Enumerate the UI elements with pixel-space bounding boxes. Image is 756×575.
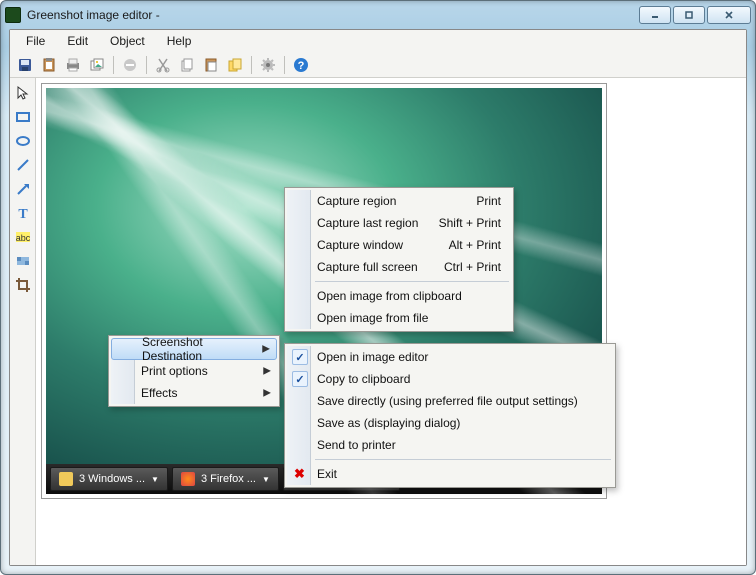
rect-tool-icon[interactable]	[12, 106, 34, 128]
check-icon: ✓	[292, 349, 308, 365]
close-button[interactable]	[707, 6, 751, 24]
ctx-item-open-file[interactable]: Open image from file	[287, 307, 511, 329]
duplicate-icon[interactable]	[224, 54, 246, 76]
line-tool-icon[interactable]	[12, 154, 34, 176]
crop-tool-icon[interactable]	[12, 274, 34, 296]
context-menu-destination-sub: ✓ Open in image editor ✓ Copy to clipboa…	[284, 343, 616, 488]
taskbar-label: 3 Firefox ...	[201, 473, 256, 485]
left-toolbox: T abc	[10, 78, 36, 565]
separator	[146, 56, 147, 74]
chevron-right-icon: ▶	[263, 366, 271, 377]
taskbar-item-firefox: 3 Firefox ... ▼	[172, 467, 279, 491]
window-title: Greenshot image editor -	[27, 8, 160, 22]
svg-text:T: T	[18, 207, 28, 221]
separator	[284, 56, 285, 74]
menu-edit[interactable]: Edit	[57, 31, 98, 51]
taskbar-item-windows: 3 Windows ... ▼	[50, 467, 168, 491]
ctx-item-print-options[interactable]: Print options ▶	[111, 360, 277, 382]
clipboard-icon[interactable]	[38, 54, 60, 76]
ctx-item-effects[interactable]: Effects ▶	[111, 382, 277, 404]
save-icon[interactable]	[14, 54, 36, 76]
highlight-tool-icon[interactable]: abc	[12, 226, 34, 248]
context-menu-destination: Screenshot Destination ▶ Print options ▶…	[108, 335, 280, 407]
chevron-right-icon: ▶	[262, 344, 270, 355]
cut-icon[interactable]	[152, 54, 174, 76]
separator	[315, 281, 509, 282]
ctx-item-capture-last-region[interactable]: Capture last region Shift + Print	[287, 212, 511, 234]
menubar: File Edit Object Help	[10, 30, 746, 52]
ctx-item-screenshot-destination[interactable]: Screenshot Destination ▶	[111, 338, 277, 360]
menu-object[interactable]: Object	[100, 31, 155, 51]
ctx-item-open-clipboard[interactable]: Open image from clipboard	[287, 285, 511, 307]
ctx-item-capture-full-screen[interactable]: Capture full screen Ctrl + Print	[287, 256, 511, 278]
separator	[251, 56, 252, 74]
close-icon: ✖	[294, 466, 305, 482]
delete-icon[interactable]	[119, 54, 141, 76]
ctx-item-save-directly[interactable]: Save directly (using preferred file outp…	[287, 390, 613, 412]
svg-text:abc: abc	[15, 233, 30, 243]
arrow-tool-icon[interactable]	[12, 178, 34, 200]
ctx-item-save-as[interactable]: Save as (displaying dialog)	[287, 412, 613, 434]
menu-help[interactable]: Help	[157, 31, 202, 51]
taskbar-label: 3 Windows ...	[79, 473, 145, 485]
copy-image-icon[interactable]	[86, 54, 108, 76]
minimize-button[interactable]	[639, 6, 671, 24]
menu-file[interactable]: File	[16, 31, 55, 51]
paste-icon[interactable]	[200, 54, 222, 76]
settings-icon[interactable]	[257, 54, 279, 76]
text-tool-icon[interactable]: T	[12, 202, 34, 224]
copy-icon[interactable]	[176, 54, 198, 76]
chevron-right-icon: ▶	[263, 388, 271, 399]
ctx-item-exit[interactable]: ✖ Exit	[287, 463, 613, 485]
ctx-item-send-printer[interactable]: Send to printer	[287, 434, 613, 456]
pointer-tool-icon[interactable]	[12, 82, 34, 104]
maximize-button[interactable]	[673, 6, 705, 24]
toolbar: ?	[10, 52, 746, 78]
canvas-area[interactable]: 3 Windows ... ▼ 3 Firefox ... ▼ 20120330…	[36, 78, 746, 565]
window-frame: Greenshot image editor - File Edit Objec…	[0, 0, 756, 575]
ctx-item-capture-region[interactable]: Capture region Print	[287, 190, 511, 212]
app-icon	[5, 7, 21, 23]
svg-text:?: ?	[298, 60, 305, 72]
ellipse-tool-icon[interactable]	[12, 130, 34, 152]
separator	[315, 459, 611, 460]
context-menu-capture: Capture region Print Capture last region…	[284, 187, 514, 332]
print-icon[interactable]	[62, 54, 84, 76]
ctx-item-capture-window[interactable]: Capture window Alt + Print	[287, 234, 511, 256]
obfuscate-tool-icon[interactable]	[12, 250, 34, 272]
check-icon: ✓	[292, 371, 308, 387]
client-area: File Edit Object Help ?	[9, 29, 747, 566]
help-icon[interactable]: ?	[290, 54, 312, 76]
separator	[113, 56, 114, 74]
ctx-item-copy-clipboard[interactable]: ✓ Copy to clipboard	[287, 368, 613, 390]
ctx-item-open-editor[interactable]: ✓ Open in image editor	[287, 346, 613, 368]
titlebar[interactable]: Greenshot image editor -	[1, 1, 755, 29]
